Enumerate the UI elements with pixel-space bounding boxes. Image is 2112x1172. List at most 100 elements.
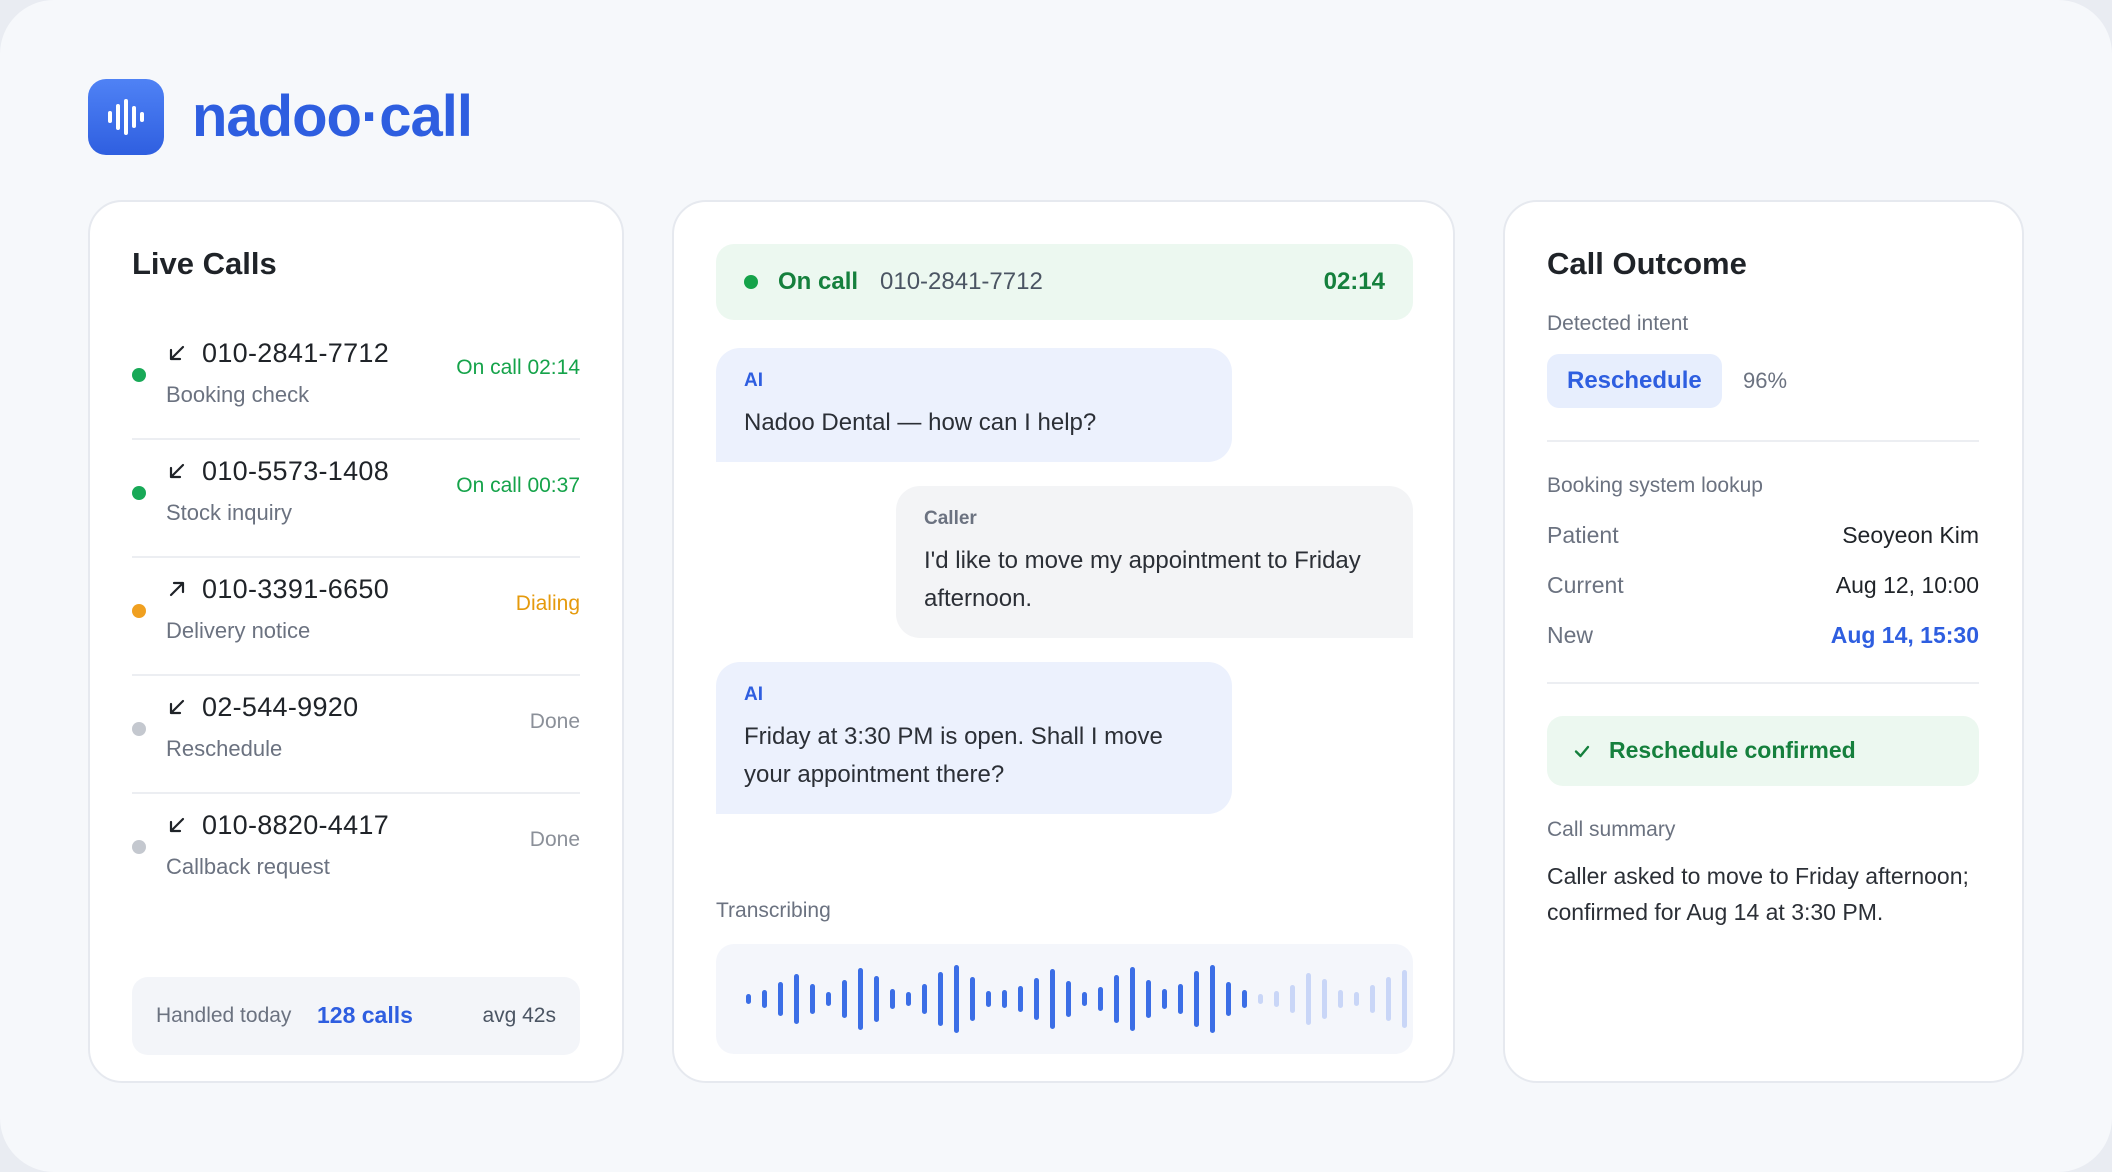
app-frame: nadoo·call Live Calls 010-2841-7712 Book… [0, 0, 2112, 1172]
waveform-bar [938, 972, 943, 1026]
transcribing-label: Transcribing [716, 899, 831, 922]
status-dot [132, 486, 146, 500]
call-number: 010-2841-7712 [202, 338, 390, 368]
ai-message: AI Friday at 3:30 PM is open. Shall I mo… [716, 662, 1232, 814]
handled-today-summary: Handled today 128 calls avg 42s [132, 977, 580, 1055]
detected-intent-label: Detected intent [1547, 312, 1689, 335]
waveform-bar [826, 992, 831, 1006]
waveform-bar [1338, 990, 1343, 1008]
waveform-icon [746, 965, 1407, 1033]
waveform-bar [906, 992, 911, 1006]
waveform-bar [842, 980, 847, 1018]
handled-count: 128 calls [317, 1002, 413, 1028]
incoming-arrow-icon [169, 463, 185, 479]
on-call-number: 010-2841-7712 [880, 268, 1043, 295]
waveform-bar [810, 984, 815, 1014]
call-description: Callback request [166, 854, 330, 879]
patient-row: Patient Seoyeon Kim [1547, 522, 1979, 554]
new-appointment-row: New Aug 14, 15:30 [1547, 622, 1979, 654]
new-key: New [1547, 622, 1594, 648]
call-row[interactable]: 010-5573-1408 Stock inquiry On call 00:3… [132, 440, 580, 558]
audio-waveform [716, 944, 1413, 1054]
call-number: 02-544-9920 [202, 692, 359, 722]
intent-badge: Reschedule [1547, 354, 1722, 408]
call-status: On call 02:14 [456, 356, 580, 379]
on-call-status-bar: On call 010-2841-7712 02:14 [716, 244, 1413, 320]
current-value: Aug 12, 10:00 [1835, 572, 1979, 598]
waveform-bar [1162, 989, 1167, 1009]
check-icon [1574, 745, 1590, 758]
call-row[interactable]: 010-3391-6650 Delivery notice Dialing [132, 558, 580, 676]
call-description: Stock inquiry [166, 500, 292, 525]
waveform-bar [1274, 991, 1279, 1007]
waveform-bar [1082, 992, 1087, 1006]
call-row[interactable]: 02-544-9920 Reschedule Done [132, 676, 580, 794]
status-dot [132, 722, 146, 736]
call-number: 010-3391-6650 [202, 574, 390, 604]
divider [1547, 440, 1979, 442]
status-dot [132, 604, 146, 618]
live-calls-title: Live Calls [132, 246, 277, 281]
confirmation-text: Reschedule confirmed [1609, 737, 1856, 763]
message-text: I'd like to move my appointment to Frida… [924, 547, 1361, 612]
call-description: Delivery notice [166, 618, 311, 643]
incoming-arrow-icon [169, 699, 185, 715]
call-number: 010-5573-1408 [202, 456, 390, 486]
conversation-panel: On call 010-2841-7712 02:14 AI Nadoo Den… [672, 200, 1455, 1083]
new-value: Aug 14, 15:30 [1830, 622, 1979, 648]
waveform-bar [1002, 990, 1007, 1008]
call-number: 010-8820-4417 [202, 810, 390, 840]
waveform-bar [746, 994, 751, 1004]
waveform-bar [1370, 985, 1375, 1013]
waveform-bar [1066, 981, 1071, 1017]
call-status: Done [529, 710, 580, 733]
ai-message: AI Nadoo Dental — how can I help? [716, 348, 1232, 462]
call-row[interactable]: 010-2841-7712 Booking check On call 02:1… [132, 322, 580, 440]
on-call-label: On call [778, 268, 859, 295]
call-status: On call 00:37 [456, 474, 580, 497]
outgoing-arrow-icon [169, 581, 185, 597]
waveform-bar [1130, 967, 1135, 1031]
waveform-bar [874, 976, 879, 1022]
call-timer: 02:14 [1323, 268, 1385, 295]
waveform-bar [1290, 985, 1295, 1013]
handled-label: Handled today [156, 1004, 292, 1027]
waveform-bar [922, 984, 927, 1014]
call-row[interactable]: 010-8820-4417 Callback request Done [132, 794, 580, 912]
call-summary-label: Call summary [1547, 818, 1676, 841]
waveform-bar [778, 982, 783, 1016]
waveform-bar [890, 989, 895, 1009]
brand-name: nadoo·call [192, 84, 473, 149]
call-status: Dialing [515, 592, 580, 615]
live-calls-list: 010-2841-7712 Booking check On call 02:1… [132, 322, 580, 912]
patient-key: Patient [1547, 522, 1619, 548]
message-role: Caller [924, 508, 977, 529]
waveform-bar [954, 965, 959, 1033]
call-outcome-panel: Call Outcome Detected intent Reschedule … [1503, 200, 2024, 1083]
sound-wave-icon [88, 79, 164, 155]
waveform-bar [1050, 969, 1055, 1029]
waveform-bar [1210, 965, 1215, 1033]
incoming-arrow-icon [169, 817, 185, 833]
live-calls-panel: Live Calls 010-2841-7712 Booking check O… [88, 200, 624, 1083]
message-text: Nadoo Dental — how can I help? [744, 409, 1097, 436]
call-description: Reschedule [166, 736, 283, 761]
divider [1547, 682, 1979, 684]
waveform-bar [1146, 980, 1151, 1018]
waveform-bar [1354, 992, 1359, 1006]
waveform-bar [1258, 994, 1263, 1004]
waveform-bar [1034, 978, 1039, 1020]
current-appointment-row: Current Aug 12, 10:00 [1547, 572, 1979, 604]
call-outcome-title: Call Outcome [1547, 246, 1747, 281]
status-dot [132, 840, 146, 854]
waveform-bar [1194, 971, 1199, 1027]
intent-confidence: 96% [1743, 368, 1788, 393]
waveform-bar [1114, 975, 1119, 1023]
waveform-bar [1386, 977, 1391, 1021]
patient-value: Seoyeon Kim [1842, 522, 1979, 548]
waveform-bar [970, 977, 975, 1021]
current-key: Current [1547, 572, 1624, 598]
waveform-bar [1098, 987, 1103, 1011]
status-dot [132, 368, 146, 382]
waveform-bar [858, 968, 863, 1030]
